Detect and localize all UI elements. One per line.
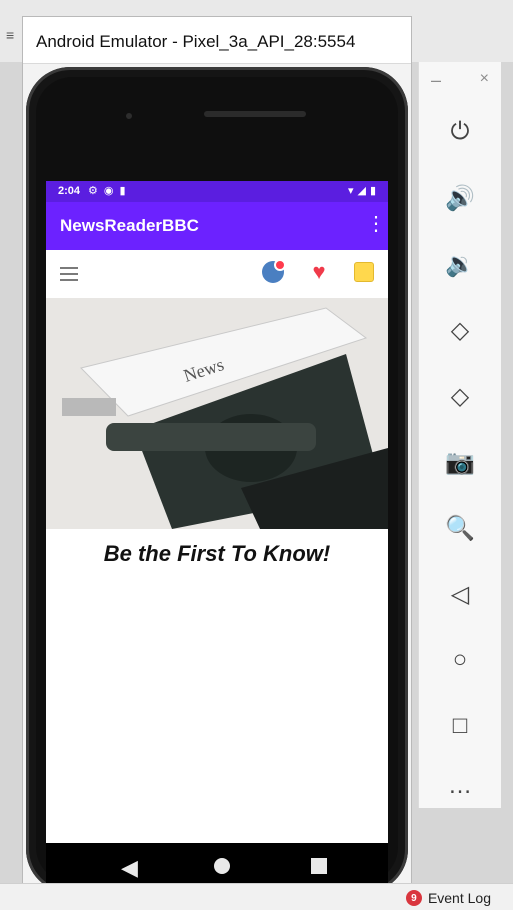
signal-icon: ◢ <box>357 185 366 197</box>
volume-up-icon[interactable]: 🔊 <box>440 178 480 218</box>
overflow-menu-icon[interactable]: ⋮ <box>366 214 386 236</box>
event-log-button[interactable]: 9 Event Log <box>405 890 491 906</box>
heart-icon[interactable]: ♥ <box>308 261 330 283</box>
toolbar-icons: ♥ <box>262 259 374 283</box>
event-log-badge: 9 <box>405 890 422 906</box>
status-bar: 2:04 ⚙ ◉ ▮ ▾ ◢ ▮ <box>46 181 388 202</box>
camera-icon[interactable]: 📷 <box>440 442 480 482</box>
emulator-title: Android Emulator - Pixel_3a_API_28:5554 <box>36 32 356 51</box>
panel-window-controls: – × <box>419 62 501 102</box>
wifi-icon: ▾ <box>347 185 354 197</box>
hero-image-typewriter: News <box>46 298 388 529</box>
front-camera <box>126 113 132 119</box>
ide-run-icon[interactable] <box>491 18 513 40</box>
status-right-icons: ▾ ◢ ▮ <box>348 184 376 197</box>
status-time: 2:04 <box>58 185 81 197</box>
emulator-titlebar[interactable]: Android Emulator - Pixel_3a_API_28:5554 <box>23 17 411 64</box>
slogan-text: Be the First To Know! <box>103 541 331 566</box>
device-screen: 2:04 ⚙ ◉ ▮ ▾ ◢ ▮ NewsReaderBBC ⋮ ♥ News … <box>46 181 388 843</box>
typewriter-illustration: News <box>46 298 388 529</box>
volume-down-icon[interactable]: 🔉 <box>440 244 480 284</box>
ide-menu-icon[interactable]: ≡ <box>6 28 20 42</box>
minimize-icon[interactable]: – <box>431 70 441 91</box>
more-icon[interactable]: … <box>440 766 480 806</box>
rotate-left-icon[interactable]: ◇ <box>440 310 480 350</box>
back-triangle-icon[interactable]: ◁ <box>440 574 480 614</box>
sim-icon: ▮ <box>119 185 126 197</box>
back-icon[interactable]: ◀ <box>121 855 138 881</box>
home-icon[interactable] <box>214 858 230 874</box>
rotate-right-icon[interactable]: ◇ <box>440 376 480 416</box>
globe-icon[interactable] <box>262 259 286 283</box>
status-left-icons: ⚙ ◉ ▮ <box>88 184 126 197</box>
content-toolbar: ♥ <box>46 250 388 298</box>
ide-statusbar: 9 Event Log <box>0 883 513 910</box>
ide-right-tools <box>459 18 513 40</box>
event-log-label: Event Log <box>427 890 491 906</box>
recents-icon[interactable] <box>311 858 327 874</box>
emulator-control-panel: – × ⏻ 🔊 🔉 ◇ ◇ 📷 🔍 ◁ ○ □ … <box>418 62 501 808</box>
app-bar: NewsReaderBBC ⋮ <box>46 202 388 250</box>
battery-icon: ▮ <box>369 185 376 197</box>
menu-icon[interactable] <box>60 267 78 281</box>
phone-device: 2:04 ⚙ ◉ ▮ ▾ ◢ ▮ NewsReaderBBC ⋮ ♥ News … <box>26 67 408 893</box>
app-title: NewsReaderBBC <box>60 216 199 235</box>
zoom-icon[interactable]: 🔍 <box>440 508 480 548</box>
emulator-window: Android Emulator - Pixel_3a_API_28:5554 … <box>22 16 412 898</box>
close-icon[interactable]: × <box>480 70 489 88</box>
overview-square-icon[interactable]: □ <box>440 706 480 746</box>
power-icon[interactable]: ⏻ <box>440 112 480 152</box>
sticky-note-icon[interactable] <box>354 262 374 282</box>
earpiece <box>204 111 306 117</box>
settings-icon: ⚙ <box>88 185 98 197</box>
shield-icon: ◉ <box>103 185 114 197</box>
home-circle-icon[interactable]: ○ <box>440 640 480 680</box>
ide-layout-icon[interactable] <box>459 18 481 40</box>
